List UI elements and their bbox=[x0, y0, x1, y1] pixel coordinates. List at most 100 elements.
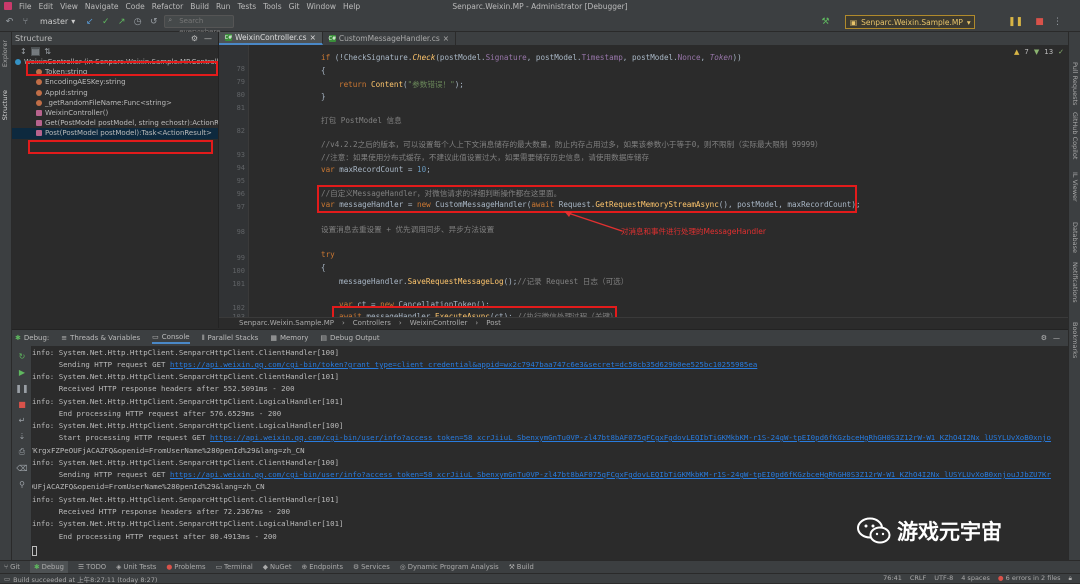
structure-title: Structure bbox=[15, 34, 53, 43]
breadcrumb-controllers[interactable]: Controllers bbox=[353, 319, 391, 327]
lock-icon[interactable]: 🔒︎ bbox=[1069, 574, 1072, 583]
menu-tests[interactable]: Tests bbox=[237, 2, 256, 11]
pause-icon[interactable]: ❚❚ bbox=[15, 382, 28, 394]
tool-tab-dpa[interactable]: ◎ Dynamic Program Analysis bbox=[400, 563, 499, 571]
minimize-icon[interactable]: — bbox=[204, 34, 212, 43]
soft-wrap-icon[interactable]: ↵ bbox=[16, 414, 28, 426]
il-viewer-tool-tab[interactable]: IL Viewer bbox=[1071, 172, 1079, 202]
tree-item-encodingaeskey[interactable]: EncodingAESKey:string bbox=[24, 77, 218, 87]
print-icon[interactable]: ⎙ bbox=[16, 446, 28, 458]
more-icon[interactable]: ⋮ bbox=[1052, 16, 1063, 27]
tool-tab-problems[interactable]: ● Problems bbox=[166, 563, 205, 571]
pull-requests-tool-tab[interactable]: Pull Requests bbox=[1071, 62, 1079, 105]
close-icon[interactable]: × bbox=[310, 33, 316, 42]
pause-icon[interactable]: ❚❚ bbox=[1008, 16, 1023, 27]
github-copilot-tool-tab[interactable]: GitHub Copilot bbox=[1071, 112, 1079, 159]
resume-icon[interactable]: ▶ bbox=[16, 366, 28, 378]
console-link[interactable]: https://api.weixin.qq.com/cgi-bin/user/i… bbox=[210, 433, 1051, 442]
breadcrumb-weixincontroller[interactable]: WeixinController bbox=[410, 319, 468, 327]
code-region-82[interactable]: 打包 PostModel 信息 bbox=[321, 115, 402, 126]
search-everywhere-input[interactable]: Search everywhere bbox=[164, 15, 235, 36]
update-icon[interactable]: ↙ bbox=[84, 16, 95, 27]
breadcrumb-project[interactable]: Senparc.Weixin.Sample.MP bbox=[239, 319, 334, 327]
tool-tab-git[interactable]: ⑂ Git bbox=[4, 563, 20, 571]
tree-item-appid[interactable]: AppId:string bbox=[24, 88, 218, 98]
build-hammer-icon[interactable]: ⚒ bbox=[820, 16, 831, 27]
branch-icon: ⑂ bbox=[22, 16, 29, 27]
tab-console[interactable]: ▭ Console bbox=[152, 333, 190, 344]
menu-window[interactable]: Window bbox=[306, 2, 336, 11]
tree-item-constructor[interactable]: WeixinController() bbox=[24, 108, 218, 118]
run-configuration-selector[interactable]: ▣ Senparc.Weixin.Sample.MP ▾ bbox=[845, 15, 975, 29]
menu-file[interactable]: File bbox=[19, 2, 32, 11]
stop-icon[interactable]: ■ bbox=[16, 398, 28, 410]
bookmarks-tool-tab[interactable]: Bookmarks bbox=[1071, 322, 1079, 358]
menu-help[interactable]: Help bbox=[343, 2, 360, 11]
history-icon[interactable]: ◷ bbox=[132, 16, 143, 27]
menu-navigate[interactable]: Navigate bbox=[85, 2, 119, 11]
menu-edit[interactable]: Edit bbox=[39, 2, 54, 11]
tool-tab-debug[interactable]: ✱ Debug bbox=[29, 560, 68, 574]
commit-icon[interactable]: ✓ bbox=[100, 16, 111, 27]
sort-alpha-icon[interactable]: ↕ bbox=[20, 47, 27, 56]
build-status-text[interactable]: Build succeeded at 上午8:27:11 (today 8:27… bbox=[13, 574, 157, 584]
branch-selector[interactable]: master ▾ bbox=[36, 15, 79, 29]
console-link[interactable]: https://api.weixin.qq.com/cgi-bin/token?… bbox=[170, 360, 757, 369]
tool-tab-nuget[interactable]: ◆ NuGet bbox=[263, 563, 292, 571]
indent-setting[interactable]: 4 spaces bbox=[961, 574, 990, 583]
line-number: 95 bbox=[236, 177, 245, 185]
rerun-icon[interactable]: ↻ bbox=[16, 350, 28, 362]
error-icon: ● bbox=[997, 574, 1004, 582]
line-separator[interactable]: CRLF bbox=[910, 574, 926, 583]
tree-item-getrandomfilename[interactable]: _getRandomFileName:Func<string> bbox=[24, 98, 218, 108]
menu-view[interactable]: View bbox=[60, 2, 78, 11]
settings-icon[interactable]: ⚙ bbox=[191, 34, 198, 43]
explorer-tool-tab[interactable]: Explorer bbox=[1, 40, 9, 67]
code-region-98[interactable]: 设置消息去重设置 + 优先调用同步、异步方法设置 bbox=[321, 224, 494, 235]
tab-parallel-stacks[interactable]: ⫴ Parallel Stacks bbox=[202, 334, 259, 343]
code-line-79: { bbox=[321, 66, 326, 75]
pin-icon[interactable]: ⚲ bbox=[16, 478, 28, 490]
tool-tab-todo[interactable]: ☰ TODO bbox=[78, 563, 106, 571]
menu-tools[interactable]: Tools bbox=[263, 2, 281, 11]
close-icon[interactable]: × bbox=[443, 34, 449, 43]
scroll-end-icon[interactable]: ⇣ bbox=[16, 430, 28, 442]
push-icon[interactable]: ↗ bbox=[116, 16, 127, 27]
tree-item-post[interactable]: Post(PostModel postModel):Task<ActionRes… bbox=[12, 128, 218, 139]
menu-refactor[interactable]: Refactor bbox=[152, 2, 183, 11]
menu-code[interactable]: Code bbox=[126, 2, 145, 11]
code-editor[interactable]: 78 79 80 81 82 93 94 95 96 97 98 99 100 … bbox=[219, 45, 1068, 317]
tool-tab-terminal[interactable]: ▭ Terminal bbox=[216, 563, 253, 571]
back-icon[interactable]: ↶ bbox=[4, 16, 15, 27]
database-tool-tab[interactable]: Database bbox=[1071, 222, 1079, 253]
tool-tab-endpoints[interactable]: ⊕ Endpoints bbox=[302, 563, 344, 571]
tab-debug-output[interactable]: ▤ Debug Output bbox=[320, 334, 379, 342]
minimize-icon[interactable]: — bbox=[1053, 334, 1060, 342]
file-encoding[interactable]: UTF-8 bbox=[934, 574, 953, 583]
tab-memory[interactable]: ▦ Memory bbox=[270, 334, 308, 342]
settings-icon[interactable]: ⚙ bbox=[1041, 334, 1047, 342]
structure-tool-tab[interactable]: Structure bbox=[1, 90, 9, 120]
tree-item-get[interactable]: Get(PostModel postModel, string echostr)… bbox=[24, 118, 218, 128]
caret-position[interactable]: 76:41 bbox=[883, 574, 902, 583]
stop-icon[interactable]: ■ bbox=[1034, 16, 1045, 27]
tab-threads-variables[interactable]: ≡ Threads & Variables bbox=[61, 334, 140, 342]
inspection-widget[interactable]: ▲7 ▼13 ✓18 bbox=[1014, 48, 1068, 56]
clear-icon[interactable]: ⌫ bbox=[16, 462, 28, 474]
tool-tab-unit-tests[interactable]: ◈ Unit Tests bbox=[116, 563, 156, 571]
annotation-arrow bbox=[564, 211, 623, 232]
menu-git[interactable]: Git bbox=[289, 2, 300, 11]
errors-indicator[interactable]: ● 6 errors in 2 files bbox=[998, 574, 1061, 583]
tab-custommessagehandler[interactable]: C# CustomMessageHandler.cs × bbox=[323, 32, 457, 45]
rollback-icon[interactable]: ↺ bbox=[148, 16, 159, 27]
show-fields-icon[interactable]: ▤ bbox=[30, 46, 41, 56]
breadcrumb-post[interactable]: Post bbox=[486, 319, 501, 327]
expand-icon[interactable]: ⇅ bbox=[44, 47, 51, 56]
console-link[interactable]: https://api.weixin.qq.com/cgi-bin/user/i… bbox=[170, 470, 1051, 479]
menu-build[interactable]: Build bbox=[190, 2, 209, 11]
tab-weixincontroller[interactable]: C# WeixinController.cs × bbox=[219, 32, 323, 45]
tool-tab-build[interactable]: ⚒ Build bbox=[509, 563, 534, 571]
notifications-tool-tab[interactable]: Notifications bbox=[1071, 262, 1079, 303]
menu-run[interactable]: Run bbox=[216, 2, 230, 11]
tool-tab-services[interactable]: ⚙ Services bbox=[353, 563, 390, 571]
